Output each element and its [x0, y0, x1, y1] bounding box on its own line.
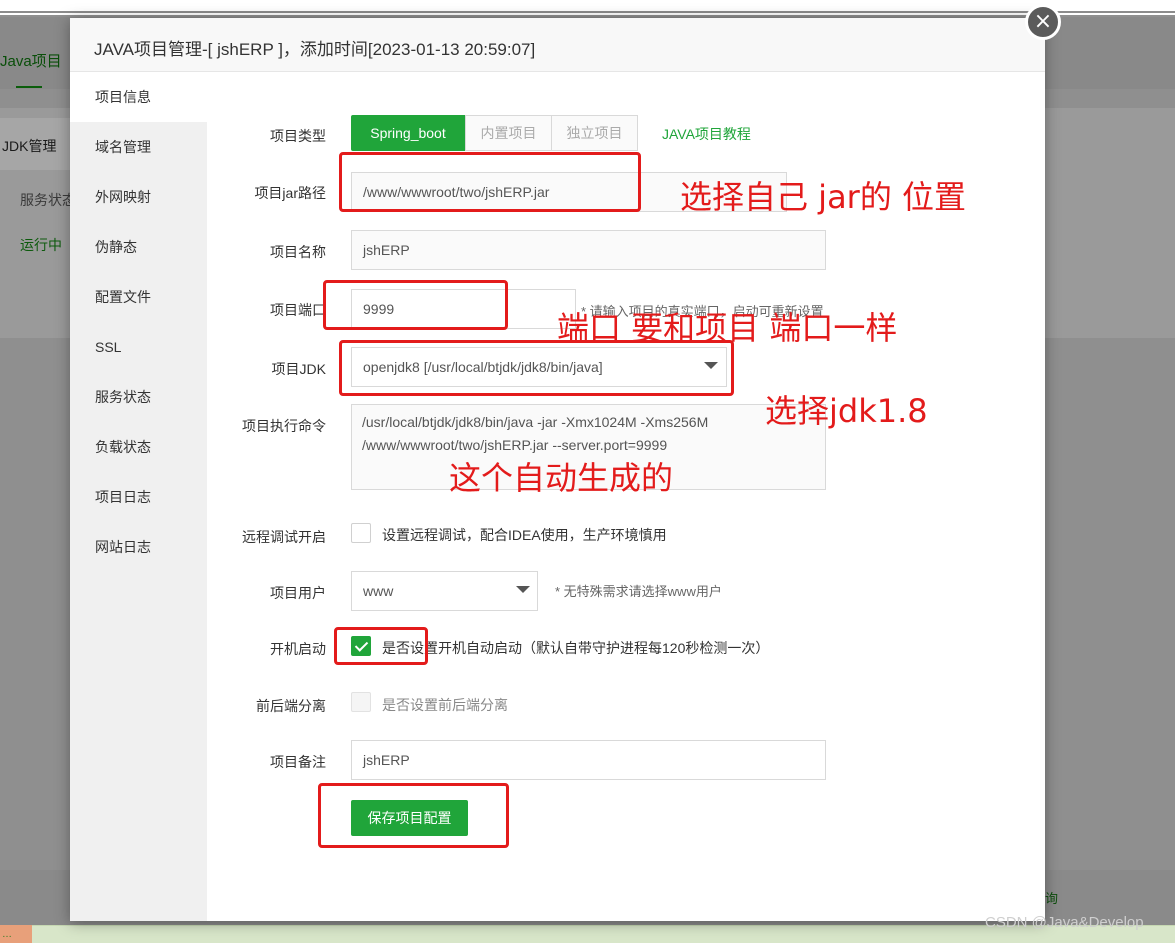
command-label: 项目执行命令: [242, 418, 326, 434]
taskbar-dots-icon: …: [2, 929, 12, 940]
sidebar-item-project-log[interactable]: 项目日志: [70, 472, 207, 522]
annotation-box-save: [318, 783, 509, 848]
project-type-spring-boot[interactable]: Spring_boot: [351, 115, 465, 151]
autostart-label: 开机启动: [270, 641, 326, 657]
command-line-1: /usr/local/btjdk/jdk8/bin/java -jar -Xmx…: [362, 414, 709, 430]
remote-debug-checkbox[interactable]: [351, 523, 371, 543]
csdn-watermark: CSDN @Java&Develop: [985, 914, 1144, 931]
annotation-box-jar: [339, 152, 641, 212]
remote-debug-text: 设置远程调试，配合IDEA使用，生产环境慎用: [382, 527, 667, 543]
background-service-status: 服务状态: [20, 192, 76, 208]
frontend-separation-text: 是否设置前后端分离: [382, 697, 508, 713]
annotation-box-autostart: [334, 627, 428, 665]
jar-path-label: 项目jar路径: [254, 185, 326, 201]
background-running-status: 运行中: [20, 237, 62, 253]
annotation-command-note: 这个自动生成的: [449, 459, 674, 497]
autostart-text: 是否设置开机自动启动（默认自带守护进程每120秒检测一次）: [382, 640, 770, 656]
annotation-jar-note: 选择自己 jar的 位置: [680, 178, 967, 216]
project-type-builtin[interactable]: 内置项目: [465, 115, 552, 151]
sidebar-item-project-info[interactable]: 项目信息: [70, 72, 207, 122]
background-tab-underline: [16, 86, 42, 88]
project-user-hint: * 无特殊需求请选择www用户: [555, 584, 722, 599]
project-type-label: 项目类型: [270, 128, 326, 144]
jdk-label: 项目JDK: [271, 361, 326, 377]
frontend-separation-checkbox[interactable]: [351, 692, 371, 712]
project-user-select[interactable]: www: [351, 571, 538, 611]
annotation-box-port: [323, 280, 508, 330]
annotation-jdk-note: 选择jdk1.8: [765, 392, 928, 430]
sidebar-item-service-status[interactable]: 服务状态: [70, 372, 207, 422]
annotation-box-jdk: [339, 340, 734, 396]
port-label: 项目端口: [270, 302, 326, 318]
project-name-input[interactable]: jshERP: [351, 230, 826, 270]
project-type-standalone[interactable]: 独立项目: [551, 115, 638, 151]
close-icon[interactable]: ×: [1025, 4, 1061, 40]
browser-top-strip: [0, 0, 1175, 13]
project-name-label: 项目名称: [270, 244, 326, 260]
background-tab-java[interactable]: Java项目: [0, 50, 62, 71]
chevron-down-icon: [516, 586, 530, 593]
remote-debug-label: 远程调试开启: [242, 529, 326, 545]
modal-header: JAVA项目管理-[ jshERP ]，添加时间[2023-01-13 20:5…: [70, 18, 1045, 72]
remark-input[interactable]: jshERP: [351, 740, 826, 780]
java-tutorial-link[interactable]: JAVA项目教程: [662, 124, 751, 144]
background-jdk-menu[interactable]: JDK管理: [2, 136, 56, 156]
project-user-label: 项目用户: [270, 585, 326, 601]
remark-label: 项目备注: [270, 754, 326, 770]
background-footer-text: 询: [1045, 891, 1059, 906]
modal-title: JAVA项目管理-[ jshERP ]，添加时间[2023-01-13 20:5…: [94, 40, 536, 59]
frontend-separation-label: 前后端分离: [256, 698, 326, 714]
